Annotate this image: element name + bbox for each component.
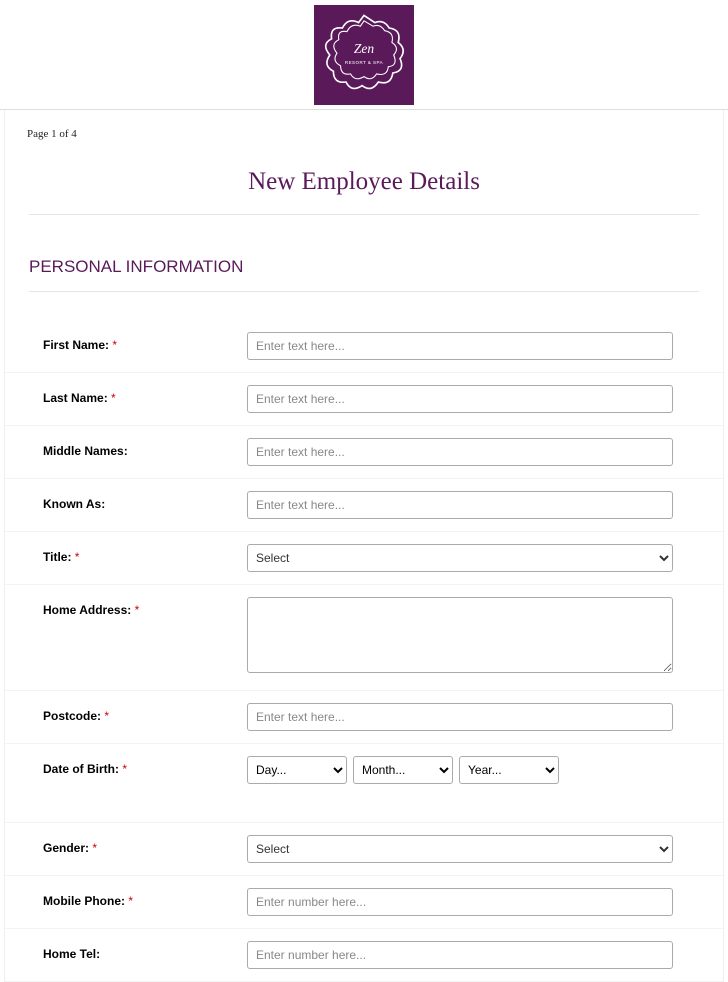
logo-brand-text: Zen (354, 41, 375, 56)
dob-group: Day... Month... Year... (247, 756, 699, 784)
title-select[interactable]: Select (247, 544, 673, 572)
required-marker: * (111, 391, 116, 405)
row-postcode: Postcode: * (5, 691, 723, 744)
logo-brand-subtext: RESORT & SPA (345, 60, 383, 65)
form-page: Page 1 of 4 New Employee Details PERSONA… (4, 110, 724, 982)
dob-day-select[interactable]: Day... (247, 756, 347, 784)
required-marker: * (92, 841, 97, 855)
section-divider (29, 291, 699, 292)
dob-month-select[interactable]: Month... (353, 756, 453, 784)
label-title: Title: * (29, 544, 247, 564)
label-gender: Gender: * (29, 835, 247, 855)
row-known-as: Known As: (5, 479, 723, 532)
label-text: Known As: (43, 497, 105, 511)
gender-select[interactable]: Select (247, 835, 673, 863)
label-text: Home Address: (43, 603, 131, 617)
label-last-name: Last Name: * (29, 385, 247, 405)
label-middle-names: Middle Names: (29, 438, 247, 458)
label-text: Home Tel: (43, 947, 100, 961)
home-tel-input[interactable] (247, 941, 673, 969)
label-text: Middle Names: (43, 444, 128, 458)
zen-logo-icon: Zen RESORT & SPA (319, 10, 409, 100)
label-mobile-phone: Mobile Phone: * (29, 888, 247, 908)
label-text: First Name: (43, 338, 109, 352)
page-title: New Employee Details (5, 168, 723, 196)
page-indicator: Page 1 of 4 (5, 110, 723, 140)
label-home-address: Home Address: * (29, 597, 247, 617)
dob-year-select[interactable]: Year... (459, 756, 559, 784)
row-date-of-birth: Date of Birth: * Day... Month... Year... (5, 744, 723, 823)
title-divider (29, 214, 699, 215)
row-last-name: Last Name: * (5, 373, 723, 426)
label-text: Gender: (43, 841, 89, 855)
required-marker: * (122, 762, 127, 776)
label-postcode: Postcode: * (29, 703, 247, 723)
required-marker: * (75, 550, 80, 564)
row-first-name: First Name: * (5, 320, 723, 373)
row-mobile-phone: Mobile Phone: * (5, 876, 723, 929)
row-home-address: Home Address: * (5, 585, 723, 691)
required-marker: * (135, 603, 140, 617)
header: Zen RESORT & SPA (0, 0, 728, 110)
brand-logo: Zen RESORT & SPA (314, 5, 414, 105)
label-text: Date of Birth: (43, 762, 119, 776)
home-address-textarea[interactable] (247, 597, 673, 673)
label-text: Mobile Phone: (43, 894, 125, 908)
row-gender: Gender: * Select (5, 823, 723, 876)
required-marker: * (112, 338, 117, 352)
section-heading-personal-info: PERSONAL INFORMATION (5, 257, 723, 291)
mobile-phone-input[interactable] (247, 888, 673, 916)
middle-names-input[interactable] (247, 438, 673, 466)
required-marker: * (104, 709, 109, 723)
label-text: Last Name: (43, 391, 108, 405)
required-marker: * (128, 894, 133, 908)
label-date-of-birth: Date of Birth: * (29, 756, 247, 776)
label-text: Title: (43, 550, 71, 564)
label-known-as: Known As: (29, 491, 247, 511)
known-as-input[interactable] (247, 491, 673, 519)
row-title: Title: * Select (5, 532, 723, 585)
row-home-tel: Home Tel: (5, 929, 723, 982)
postcode-input[interactable] (247, 703, 673, 731)
label-first-name: First Name: * (29, 332, 247, 352)
row-middle-names: Middle Names: (5, 426, 723, 479)
label-text: Postcode: (43, 709, 101, 723)
first-name-input[interactable] (247, 332, 673, 360)
label-home-tel: Home Tel: (29, 941, 247, 961)
last-name-input[interactable] (247, 385, 673, 413)
